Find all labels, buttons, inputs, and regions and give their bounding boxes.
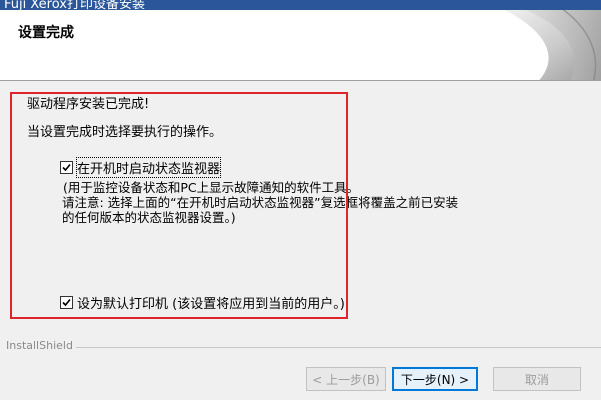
cancel-button[interactable]: 取消	[493, 367, 581, 391]
installshield-brand: InstallShield	[6, 339, 73, 352]
status-monitor-desc-3: 的任何版本的状态监视器设置。)	[62, 210, 236, 225]
page-curl-graphic	[504, 10, 601, 80]
checkmark-icon	[62, 163, 71, 172]
status-monitor-checkbox[interactable]	[60, 161, 73, 174]
content-area: 驱动程序安装已完成! 当设置完成时选择要执行的操作。 在开机时启动状态监视器 (…	[0, 81, 601, 341]
instruction-text: 当设置完成时选择要执行的操作。	[27, 125, 223, 140]
status-monitor-label[interactable]: 在开机时启动状态监视器	[75, 157, 222, 178]
next-button[interactable]: 下一步(N) >	[392, 367, 478, 391]
footer-divider	[76, 347, 601, 348]
window-title: Fuji Xerox打印设备安装	[4, 0, 145, 10]
default-printer-label[interactable]: 设为默认打印机 (该设置将应用到当前的用户。)	[77, 293, 345, 312]
checkmark-icon	[62, 298, 71, 307]
header-panel: 设置完成	[0, 10, 601, 80]
install-complete-text: 驱动程序安装已完成!	[27, 97, 150, 112]
default-printer-option[interactable]: 设为默认打印机 (该设置将应用到当前的用户。)	[60, 293, 345, 312]
title-bar: Fuji Xerox打印设备安装	[0, 0, 601, 10]
back-button[interactable]: < 上一步(B)	[306, 367, 386, 391]
default-printer-checkbox[interactable]	[60, 296, 73, 309]
page-heading: 设置完成	[18, 25, 74, 41]
status-monitor-option[interactable]: 在开机时启动状态监视器	[60, 157, 222, 178]
